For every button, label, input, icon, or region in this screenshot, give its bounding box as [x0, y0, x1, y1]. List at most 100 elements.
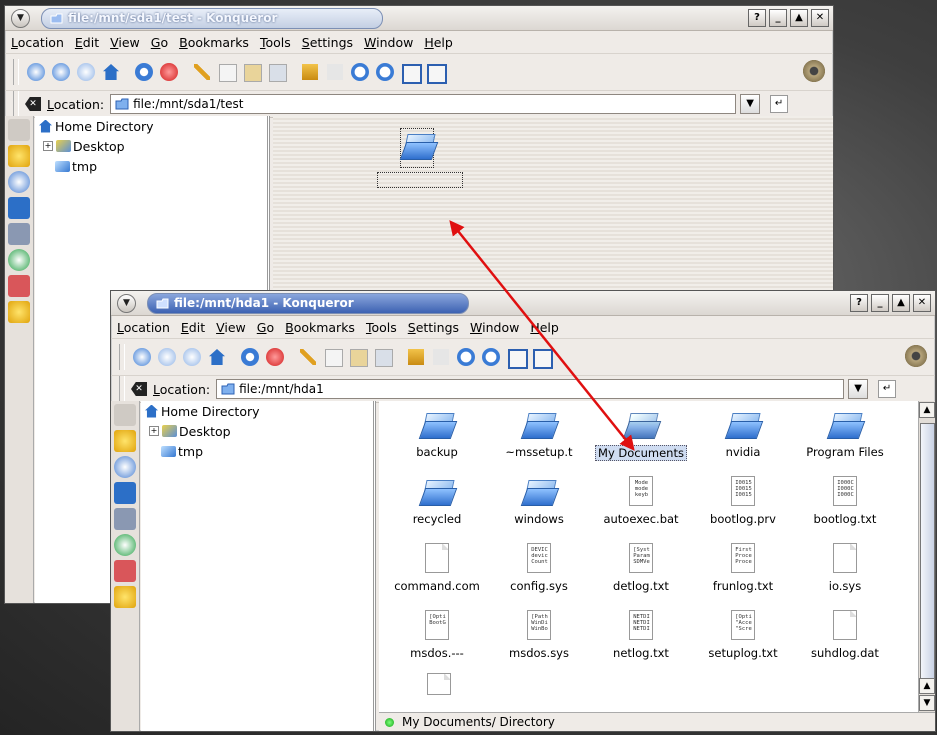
tree-view-icon[interactable] — [530, 346, 553, 369]
file-item[interactable]: nvidia — [693, 409, 793, 467]
tree-view-icon[interactable] — [424, 61, 447, 84]
expand-icon[interactable]: + — [149, 426, 159, 436]
menu-settings[interactable]: Settings — [408, 320, 459, 335]
titlebar-back[interactable]: ▼ file:/mnt/sda1/test - Konqueror ? _ ▲ … — [5, 6, 833, 31]
window-menu-button[interactable]: ▼ — [117, 294, 136, 313]
location-input[interactable]: file:/mnt/sda1/test — [110, 94, 737, 114]
go-icon[interactable]: ↵ — [770, 95, 789, 113]
tree-item[interactable]: Home Directory — [35, 116, 267, 136]
titlebar-front[interactable]: ▼ file:/mnt/hda1 - Konqueror ? _ ▲ ✕ — [111, 291, 935, 316]
configure-icon[interactable] — [114, 404, 136, 426]
copy-icon[interactable] — [216, 61, 238, 83]
zoom-out-icon[interactable] — [480, 346, 502, 368]
stop-icon[interactable] — [264, 346, 286, 368]
help-button[interactable]: ? — [748, 9, 766, 27]
services-icon[interactable] — [114, 534, 136, 556]
tree-item[interactable]: Home Directory — [141, 401, 373, 421]
close-button[interactable]: ✕ — [811, 9, 829, 27]
move-to-icon[interactable] — [405, 346, 427, 368]
scrollbar-thumb[interactable] — [920, 423, 935, 681]
file-item[interactable]: io.sys — [795, 543, 895, 601]
clear-location-icon[interactable]: ✕ — [25, 97, 41, 111]
paste-icon[interactable] — [241, 61, 263, 83]
tree-item[interactable]: + Desktop — [35, 136, 267, 156]
network-icon[interactable] — [8, 223, 30, 245]
maximize-button[interactable]: ▲ — [892, 294, 910, 312]
icon-view-icon[interactable] — [399, 61, 422, 84]
menu-location[interactable]: Location — [11, 35, 64, 50]
network-icon[interactable] — [114, 508, 136, 530]
home-tab-icon[interactable] — [8, 197, 30, 219]
file-item[interactable]: Mode mode keyb autoexec.bat — [591, 476, 691, 534]
forward-icon[interactable] — [75, 61, 97, 83]
print-icon[interactable] — [372, 346, 394, 368]
menu-go[interactable]: Go — [151, 35, 168, 50]
toolbar-grip[interactable] — [13, 59, 19, 85]
copy-icon[interactable] — [322, 346, 344, 368]
file-item[interactable]: [Opti BootG msdos.--- — [387, 610, 487, 668]
home-icon[interactable] — [100, 61, 122, 83]
file-item[interactable]: suhdlog.dat — [795, 610, 895, 668]
services-icon[interactable] — [8, 249, 30, 271]
file-item[interactable]: First Proce Proce frunlog.txt — [693, 543, 793, 601]
history-icon[interactable] — [8, 171, 30, 193]
back-icon[interactable] — [50, 61, 72, 83]
close-button[interactable]: ✕ — [913, 294, 931, 312]
bookmarks-icon[interactable] — [114, 430, 136, 452]
menu-window[interactable]: Window — [470, 320, 519, 335]
menu-help[interactable]: Help — [424, 35, 453, 50]
menu-edit[interactable]: Edit — [181, 320, 205, 335]
location-dropdown[interactable]: ▼ — [848, 379, 869, 399]
up-icon[interactable] — [131, 346, 153, 368]
menu-bookmarks[interactable]: Bookmarks — [285, 320, 355, 335]
vertical-scrollbar[interactable]: ▲ ▲ ▼ — [918, 401, 935, 713]
file-item[interactable]: ~mssetup.t — [489, 409, 589, 467]
file-item[interactable]: windows — [489, 476, 589, 534]
favorites-icon[interactable] — [8, 301, 30, 323]
delete-icon[interactable] — [324, 61, 346, 83]
cut-icon[interactable] — [191, 61, 213, 83]
favorites-icon[interactable] — [114, 586, 136, 608]
configure-icon[interactable] — [8, 119, 30, 141]
paste-icon[interactable] — [347, 346, 369, 368]
file-item[interactable]: [Path WinDi WinBo msdos.sys — [489, 610, 589, 668]
scroll-down-button[interactable]: ▼ — [919, 695, 935, 711]
zoom-out-icon[interactable] — [374, 61, 396, 83]
home-icon[interactable] — [206, 346, 228, 368]
menu-view[interactable]: View — [216, 320, 246, 335]
icon-view-front[interactable]: backup ~mssetup.t My Documents nvidia Progra… — [379, 401, 935, 731]
menu-help[interactable]: Help — [530, 320, 559, 335]
file-item[interactable]: command.com — [387, 543, 487, 601]
media-icon[interactable] — [8, 275, 30, 297]
reload-icon[interactable] — [133, 61, 155, 83]
minimize-button[interactable]: _ — [769, 9, 787, 27]
menu-tools[interactable]: Tools — [366, 320, 397, 335]
menu-edit[interactable]: Edit — [75, 35, 99, 50]
menu-tools[interactable]: Tools — [260, 35, 291, 50]
file-item[interactable]: My Documents — [591, 409, 691, 467]
tree-item[interactable]: + Desktop — [141, 421, 373, 441]
home-tab-icon[interactable] — [114, 482, 136, 504]
file-item[interactable]: backup — [387, 409, 487, 467]
clear-location-icon[interactable]: ✕ — [131, 382, 147, 396]
menu-view[interactable]: View — [110, 35, 140, 50]
delete-icon[interactable] — [430, 346, 452, 368]
file-item[interactable]: I0015 I0015 I0015 bootlog.prv — [693, 476, 793, 534]
zoom-in-icon[interactable] — [349, 61, 371, 83]
tree-item[interactable]: tmp — [141, 441, 373, 461]
up-icon[interactable] — [25, 61, 47, 83]
history-icon[interactable] — [114, 456, 136, 478]
expand-icon[interactable]: + — [43, 141, 53, 151]
file-item[interactable]: [Opti "Acce "Scre setuplog.txt — [693, 610, 793, 668]
zoom-in-icon[interactable] — [455, 346, 477, 368]
file-item[interactable]: [Syst Param SDMVe detlog.txt — [591, 543, 691, 601]
location-grip[interactable] — [119, 376, 125, 402]
toolbar-grip[interactable] — [119, 344, 125, 370]
file-item[interactable]: I000C I000C I000C bootlog.txt — [795, 476, 895, 534]
location-input[interactable]: file:/mnt/hda1 — [216, 379, 845, 399]
scroll-up-button-bottom[interactable]: ▲ — [919, 678, 935, 694]
window-menu-button[interactable]: ▼ — [11, 9, 30, 28]
move-to-icon[interactable] — [299, 61, 321, 83]
menu-bookmarks[interactable]: Bookmarks — [179, 35, 249, 50]
scroll-up-button[interactable]: ▲ — [919, 402, 935, 418]
